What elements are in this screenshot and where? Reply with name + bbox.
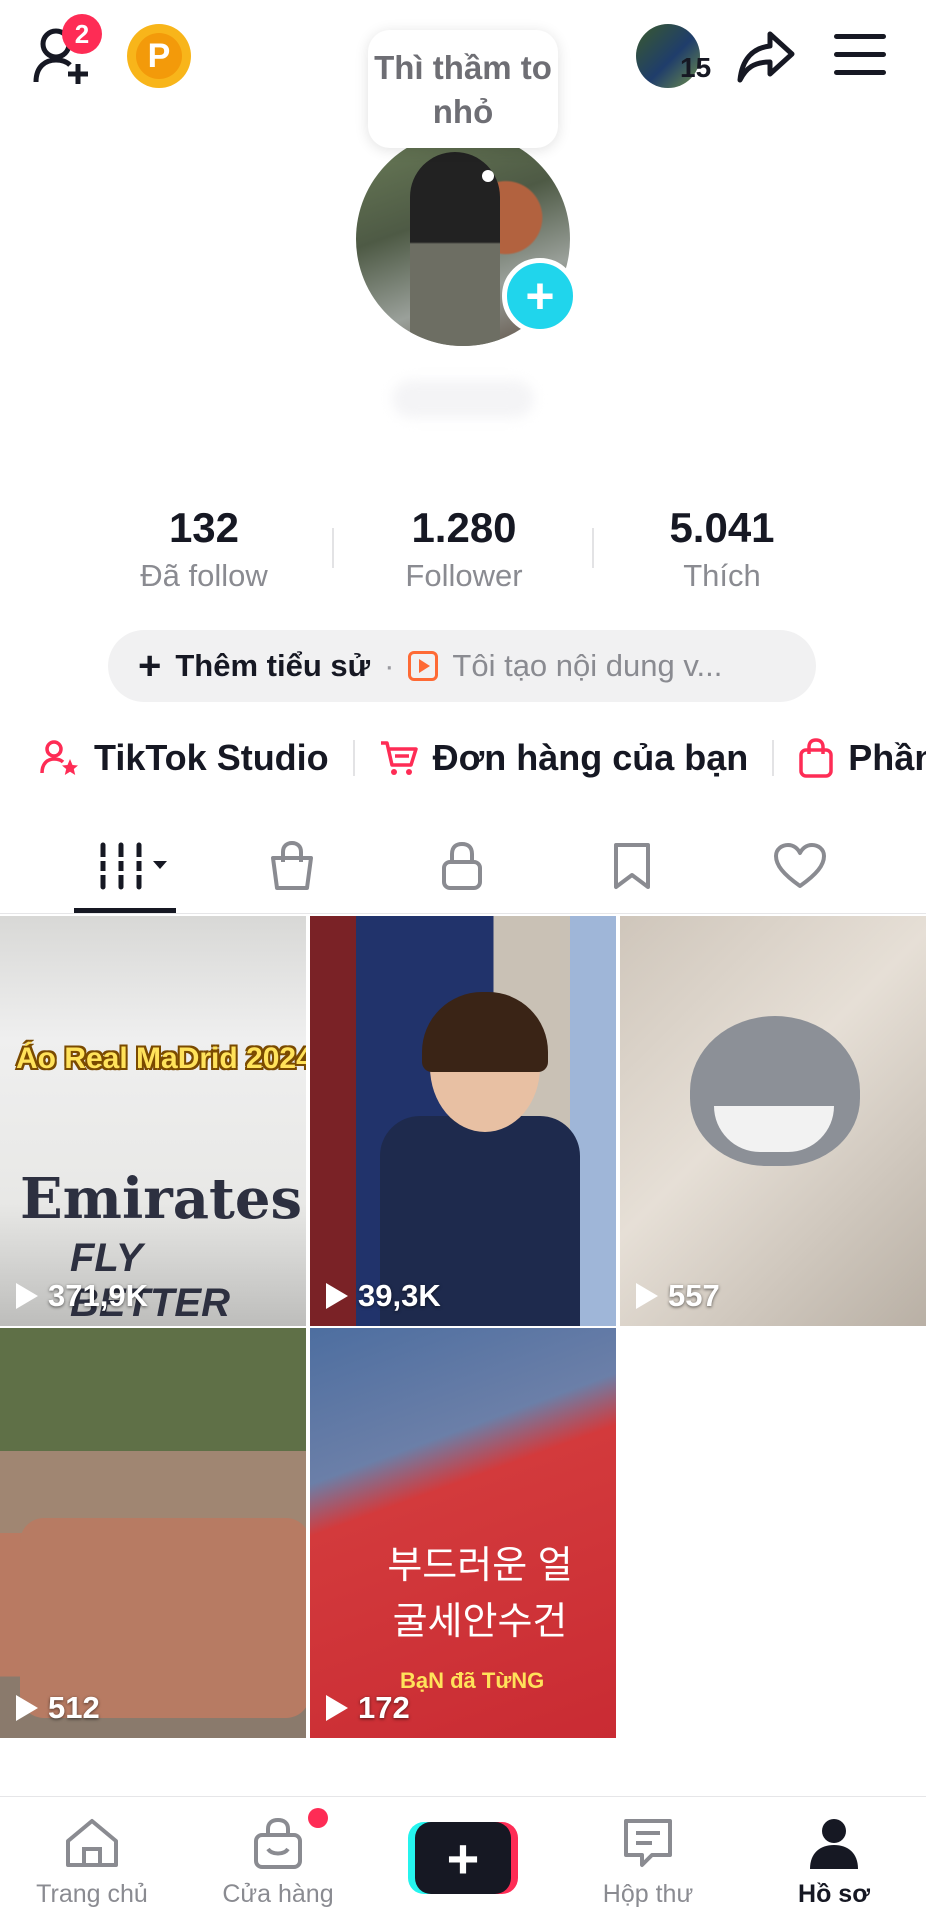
view-count: 172 xyxy=(326,1690,410,1726)
link-divider xyxy=(352,740,355,776)
nav-inbox[interactable]: Hộp thư xyxy=(568,1815,728,1909)
video-caption-overlay: Áo Real MaDrid 2024 xyxy=(16,1042,306,1075)
shop-bag-icon xyxy=(271,840,313,890)
menu-icon xyxy=(834,34,886,39)
lock-icon xyxy=(442,841,482,890)
create-button[interactable]: + xyxy=(408,1822,518,1894)
nav-home[interactable]: Trang chủ xyxy=(12,1815,172,1909)
view-count: 512 xyxy=(16,1690,100,1726)
following-stat[interactable]: 132 Đã follow xyxy=(104,504,304,594)
likes-count: 5.041 xyxy=(669,504,775,551)
video-thumbnail[interactable]: Áo Real MaDrid 2024 Emirates FLY BETTER … xyxy=(0,916,306,1326)
username-blurred xyxy=(392,380,534,418)
nav-inbox-label: Hộp thư xyxy=(602,1880,694,1908)
notification-badge: 2 xyxy=(62,14,102,54)
following-label: Đã follow xyxy=(140,558,268,593)
play-icon xyxy=(16,1283,38,1309)
play-icon xyxy=(636,1283,658,1309)
video-thumbnail[interactable]: 39,3K xyxy=(310,916,616,1326)
video-icon xyxy=(408,651,439,681)
profile-icon xyxy=(810,1819,858,1869)
orders-label: Đơn hàng của bạn xyxy=(432,737,749,778)
video-thumbnail[interactable]: 512 xyxy=(0,1328,306,1738)
likes-stat[interactable]: 5.041 Thích xyxy=(622,504,822,594)
shop-icon xyxy=(254,1817,302,1869)
bio-separator: · xyxy=(384,648,395,683)
play-icon xyxy=(326,1695,348,1721)
tab-saved[interactable] xyxy=(602,836,662,896)
followers-stat[interactable]: 1.280 Follower xyxy=(364,504,564,594)
likes-label: Thích xyxy=(683,558,761,593)
home-icon xyxy=(66,1819,118,1867)
tab-liked[interactable] xyxy=(770,836,830,896)
nav-profile[interactable]: Hồ sơ xyxy=(754,1815,914,1909)
tiktok-studio-label: TikTok Studio xyxy=(94,737,329,778)
profile-links-row: TikTok Studio Đơn hàng của bạn Phần xyxy=(40,732,926,784)
bookmark-icon xyxy=(614,843,650,889)
following-count: 132 xyxy=(168,504,240,551)
add-story-plus-icon[interactable]: + xyxy=(502,258,578,334)
shopping-bag-icon xyxy=(799,738,834,778)
plus-icon: + xyxy=(138,643,162,688)
nav-home-label: Trang chủ xyxy=(36,1880,148,1908)
view-count: 39,3K xyxy=(326,1278,441,1314)
tab-private[interactable] xyxy=(432,836,492,896)
nav-shop-label: Cửa hàng xyxy=(222,1880,334,1908)
shop-notification-dot xyxy=(308,1808,328,1828)
video-thumbnail[interactable]: 부드러운 얼굴세안수건 BạN đã TừNG 172 xyxy=(310,1328,616,1738)
add-friend-button[interactable]: 2 xyxy=(32,14,104,92)
shop-link[interactable]: Phần xyxy=(798,737,926,779)
nav-profile-label: Hồ sơ xyxy=(798,1880,870,1908)
menu-button[interactable] xyxy=(834,34,886,76)
nav-shop[interactable]: Cửa hàng xyxy=(198,1815,358,1909)
video-footer-overlay: BạN đã TừNG xyxy=(400,1668,545,1693)
shop-label: Phần xyxy=(848,737,926,778)
coin-icon: P xyxy=(136,33,182,79)
share-icon xyxy=(737,31,795,83)
bio-suggestion: Tôi tạo nội dung v... xyxy=(452,648,723,683)
person-star-icon xyxy=(40,740,78,775)
tabs-divider xyxy=(0,913,926,914)
tab-shop[interactable] xyxy=(262,836,322,896)
videos-grid-icon xyxy=(97,842,167,890)
link-divider xyxy=(772,740,775,776)
add-bio-label: Thêm tiểu sử xyxy=(175,648,371,683)
korean-text-overlay: 부드러운 얼굴세안수건 xyxy=(387,1545,573,1643)
followers-label: Follower xyxy=(405,558,523,593)
tiktok-studio-link[interactable]: TikTok Studio xyxy=(40,737,329,779)
cart-icon xyxy=(380,741,418,775)
video-thumbnail[interactable]: 557 xyxy=(620,916,926,1326)
tab-videos[interactable] xyxy=(96,836,176,896)
note-tooltip[interactable]: Thì thầm to nhỏ xyxy=(368,30,558,148)
stat-divider xyxy=(332,528,334,568)
coin-button[interactable]: P xyxy=(127,24,191,88)
stat-divider xyxy=(592,528,594,568)
orders-link[interactable]: Đơn hàng của bạn xyxy=(379,737,749,779)
inbox-icon xyxy=(624,1819,672,1867)
share-button[interactable] xyxy=(736,28,796,84)
view-count: 557 xyxy=(636,1278,720,1314)
play-icon xyxy=(16,1695,38,1721)
view-count: 371,9K xyxy=(16,1278,148,1314)
tooltip-pointer xyxy=(482,170,494,182)
heart-icon xyxy=(774,843,826,888)
add-bio-button[interactable]: + Thêm tiểu sử · Tôi tạo nội dung v... xyxy=(108,630,816,702)
followers-count: 1.280 xyxy=(411,504,517,551)
story-count: 15 xyxy=(680,52,712,83)
play-icon xyxy=(326,1283,348,1309)
create-plus-icon: + xyxy=(415,1822,511,1894)
jersey-text: Emirates xyxy=(20,1166,303,1232)
